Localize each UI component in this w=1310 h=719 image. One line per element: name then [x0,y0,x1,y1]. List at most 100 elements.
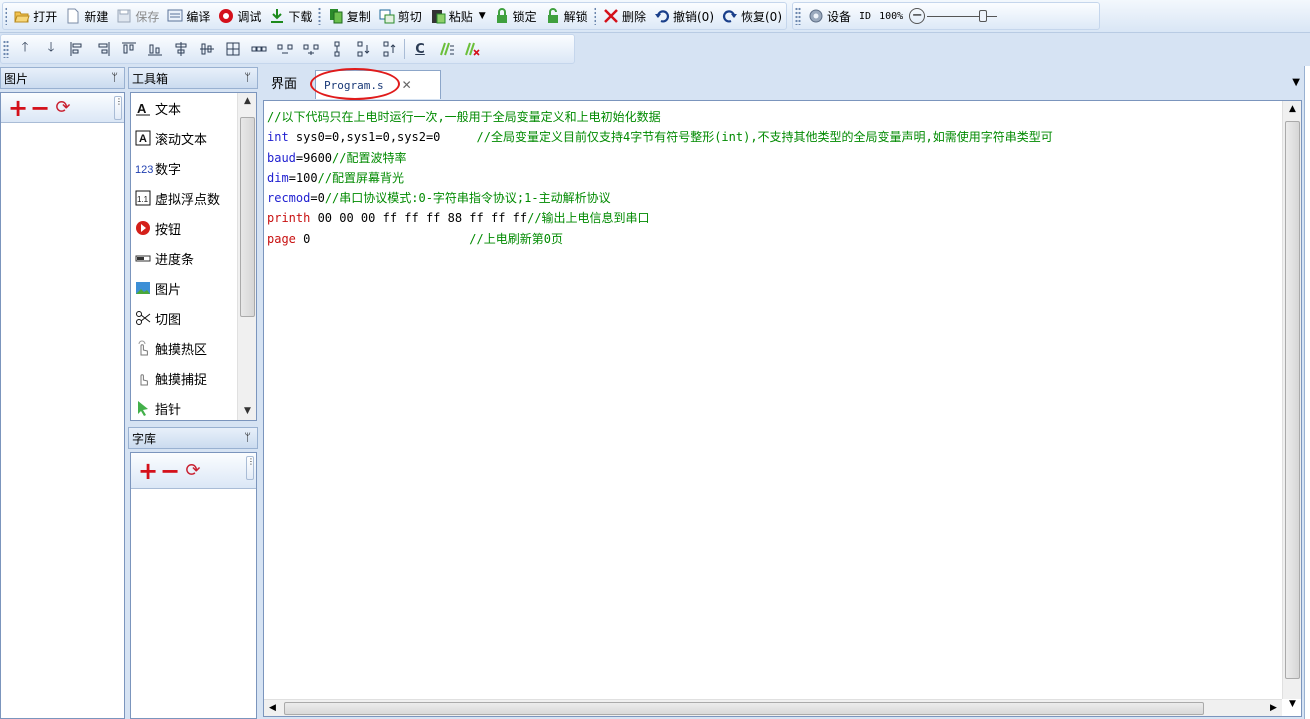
redo-button[interactable]: 恢复(0) [718,4,786,28]
unlock-button[interactable]: 解锁 [541,4,592,28]
toolbar-grip[interactable] [318,7,321,25]
toolbar-grip[interactable] [795,7,801,25]
new-button[interactable]: 新建 [61,4,112,28]
lock-label: 锁定 [512,9,537,24]
close-icon[interactable]: ✕ [402,78,412,92]
pin-icon[interactable]: ᛘ [244,71,251,84]
save-button[interactable]: 保存 [112,4,163,28]
editor-vertical-scrollbar[interactable]: ▲ [1282,101,1301,699]
toolbox-scrollbar[interactable]: ▲ ▼ [237,93,256,420]
button-icon [135,220,151,236]
code-line-3: baud=9600//配置波特率 [267,150,407,165]
align-bottom-icon[interactable] [144,38,166,60]
toolbar-grip[interactable] [5,7,8,25]
remove-font-icon[interactable]: − [159,459,181,483]
pictures-panel-header: 图片 ᛘ [0,67,125,89]
scroll-up-icon[interactable]: ▲ [238,93,257,110]
code-text[interactable]: //以下代码只在上电时运行一次,一般用于全局变量定义和上电初始化数据 int s… [267,107,1279,249]
more-options-icon[interactable]: ⋮ [246,456,255,480]
toolbox-item[interactable]: 触摸热区 [131,333,231,363]
pin-icon[interactable]: ᛘ [244,431,251,444]
scrollbar-thumb[interactable] [284,702,1204,715]
scroll-down-icon[interactable]: ▼ [1283,696,1302,713]
editor-horizontal-scrollbar[interactable]: ◀ ▶ [264,699,1282,716]
code-line-5: recmod=0//串口协议模式:0-字符串指令协议;1-主动解析协议 [267,191,611,206]
align-center-v-icon[interactable] [196,38,218,60]
h-spacing-icon[interactable] [274,38,296,60]
undo-label: 撤销(0) [673,9,714,24]
toolbox-item-label: 指针 [155,402,182,418]
align-center-h-icon[interactable] [170,38,192,60]
save-label: 保存 [135,9,160,24]
scroll-right-icon[interactable]: ▶ [1265,700,1282,717]
scroll-up-icon[interactable]: ▲ [1283,101,1302,118]
toolbox-item[interactable]: 1.1 虚拟浮点数 [131,183,231,213]
copy-button[interactable]: 复制 [324,4,375,28]
new-label: 新建 [84,9,109,24]
undo-button[interactable]: 撤销(0) [650,4,718,28]
delete-icon [603,8,619,24]
scroll-down-icon[interactable]: ▼ [238,403,257,420]
toolbox-item[interactable]: 进度条 [131,243,231,273]
delete-button[interactable]: 删除 [599,4,650,28]
add-picture-icon[interactable]: + [7,96,29,120]
scrollbar-thumb[interactable] [240,117,255,317]
tab-list-dropdown-icon[interactable]: ▼ [1292,77,1300,88]
toolbox-item[interactable]: 触摸捕捉 [131,363,231,393]
toolbox-item-label: 触摸捕捉 [155,372,208,388]
refresh-font-icon[interactable]: ⟳ [181,460,205,481]
zoom-out-button[interactable]: − [909,8,926,24]
more-options-icon[interactable]: ⋮ [114,96,123,120]
toolbox-item-label: 切图 [155,312,182,328]
open-button[interactable]: 打开 [10,4,61,28]
code-line-4: dim=100//配置屏幕背光 [267,170,405,185]
debug-button[interactable]: 调试 [214,4,265,28]
save-icon [116,8,132,24]
download-button[interactable]: 下载 [265,4,316,28]
center-icon[interactable] [222,38,244,60]
toolbox-item[interactable]: A 文本 [131,93,231,123]
toolbox-item[interactable]: 图片 [131,273,231,303]
toolbox-item[interactable]: 按钮 [131,213,231,243]
c-button[interactable]: C [409,38,431,60]
toolbox-item[interactable]: A 滚动文本 [131,123,231,153]
toolbar-grip[interactable] [593,7,596,25]
debug-icon [218,8,234,24]
move-down-icon[interactable]: 🡓 [40,38,62,60]
toolbox-item[interactable]: 123 数字 [131,153,231,183]
move-up-icon[interactable]: 🡑 [14,38,36,60]
zoom-slider[interactable] [927,8,998,24]
refresh-picture-icon[interactable]: ⟳ [51,97,75,118]
id-button[interactable]: ID [855,4,875,28]
v-spacing-icon[interactable] [326,38,348,60]
pictures-panel: + − ⟳ ⋮ [0,92,125,719]
scroll-left-icon[interactable]: ◀ [264,700,281,717]
v-spacing-inc-icon[interactable] [352,38,374,60]
same-width-icon[interactable] [248,38,270,60]
v-spacing-dec-icon[interactable] [378,38,400,60]
lock-button[interactable]: 锁定 [490,4,541,28]
compile-button[interactable]: 编译 [163,4,214,28]
file-edit-toolbar-group: 打开 新建 保存 编译 调试 下载 复制 剪切 粘贴 ▼ 锁定 解锁 删除 撤销… [2,2,787,30]
uncomment-icon[interactable] [461,38,483,60]
cut-button[interactable]: 剪切 [375,4,426,28]
code-editor[interactable]: //以下代码只在上电时运行一次,一般用于全局变量定义和上电初始化数据 int s… [263,100,1302,717]
align-right-icon[interactable] [92,38,114,60]
h-spacing-alt-icon[interactable] [300,38,322,60]
add-font-icon[interactable]: + [137,459,159,483]
align-top-icon[interactable] [118,38,140,60]
paste-dropdown-icon[interactable]: ▼ [479,11,486,21]
toolbox-item[interactable]: 切图 [131,303,231,333]
scrollbar-thumb[interactable] [1285,121,1300,679]
remove-picture-icon[interactable]: − [29,96,51,120]
toolbar-grip[interactable] [3,40,9,58]
pin-icon[interactable]: ᛘ [111,71,118,84]
toolbox-item[interactable]: 指针 [131,393,231,423]
tab-ui[interactable]: 界面 [271,73,297,92]
comment-icon[interactable] [435,38,457,60]
paste-button[interactable]: 粘贴 ▼ [426,4,490,28]
device-button[interactable]: 设备 [804,4,855,28]
align-left-icon[interactable] [66,38,88,60]
toolbox-panel-header: 工具箱 ᛘ [128,67,258,89]
zoom-slider-thumb[interactable] [979,10,988,22]
